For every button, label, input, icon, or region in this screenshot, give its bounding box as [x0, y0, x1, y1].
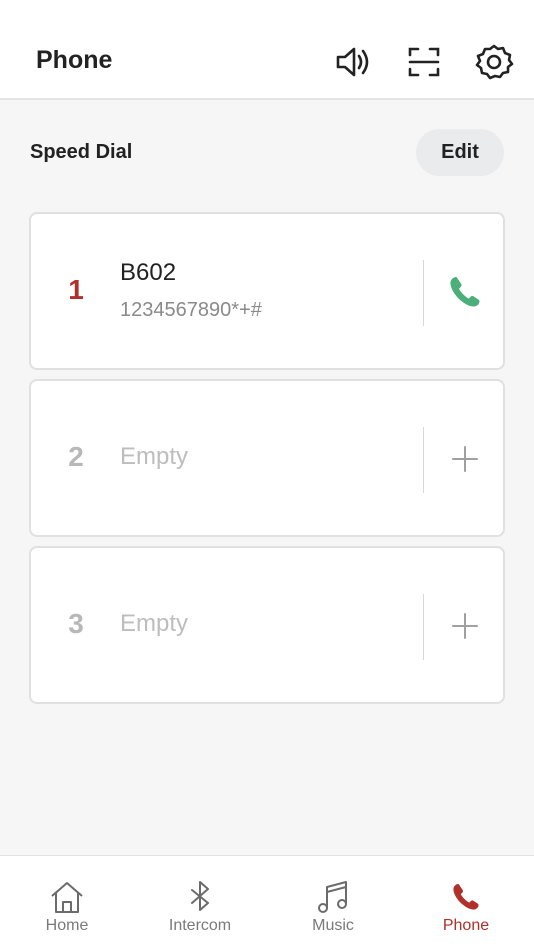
add-contact-plus-icon[interactable] — [443, 437, 487, 481]
empty-placeholder: Empty — [120, 443, 189, 470]
music-icon — [318, 881, 347, 913]
contact-name: B602 — [120, 259, 177, 286]
call-phone-icon[interactable] — [443, 270, 487, 314]
scan-icon[interactable] — [404, 42, 444, 82]
edit-button[interactable]: Edit — [416, 129, 504, 176]
tab-label: Phone — [442, 917, 490, 934]
speaker-icon[interactable] — [334, 42, 374, 82]
tab-label: Intercom — [168, 917, 232, 934]
home-icon — [51, 882, 83, 913]
speed-dial-entry-1[interactable]: 1 B602 1234567890*+# — [29, 212, 505, 370]
tab-home[interactable]: Home — [12, 878, 122, 942]
divider — [423, 427, 424, 493]
gear-icon[interactable] — [474, 42, 514, 82]
divider — [423, 260, 424, 326]
speed-dial-entry-3[interactable]: 3 Empty — [29, 546, 505, 704]
speed-dial-index: 3 — [68, 608, 84, 639]
speed-dial-entry-2[interactable]: 2 Empty — [29, 379, 505, 537]
app-header: Phone — [0, 0, 534, 100]
speed-dial-title: Speed Dial — [30, 141, 133, 163]
divider — [423, 594, 424, 660]
speed-dial-index: 2 — [68, 441, 84, 472]
tab-music[interactable]: Music — [278, 878, 388, 942]
tab-phone[interactable]: Phone — [411, 878, 521, 942]
tab-label: Home — [45, 917, 89, 934]
tab-label: Music — [312, 917, 354, 934]
speed-dial-index: 1 — [68, 274, 84, 305]
contact-number: 1234567890*+# — [120, 299, 262, 321]
tab-intercom[interactable]: Intercom — [145, 878, 255, 942]
empty-placeholder: Empty — [120, 610, 189, 637]
bluetooth-icon — [191, 881, 209, 911]
phone-icon — [453, 884, 479, 910]
bottom-tab-bar: Home Intercom Music Phone — [0, 855, 534, 950]
add-contact-plus-icon[interactable] — [443, 604, 487, 648]
page-title: Phone — [36, 46, 113, 74]
